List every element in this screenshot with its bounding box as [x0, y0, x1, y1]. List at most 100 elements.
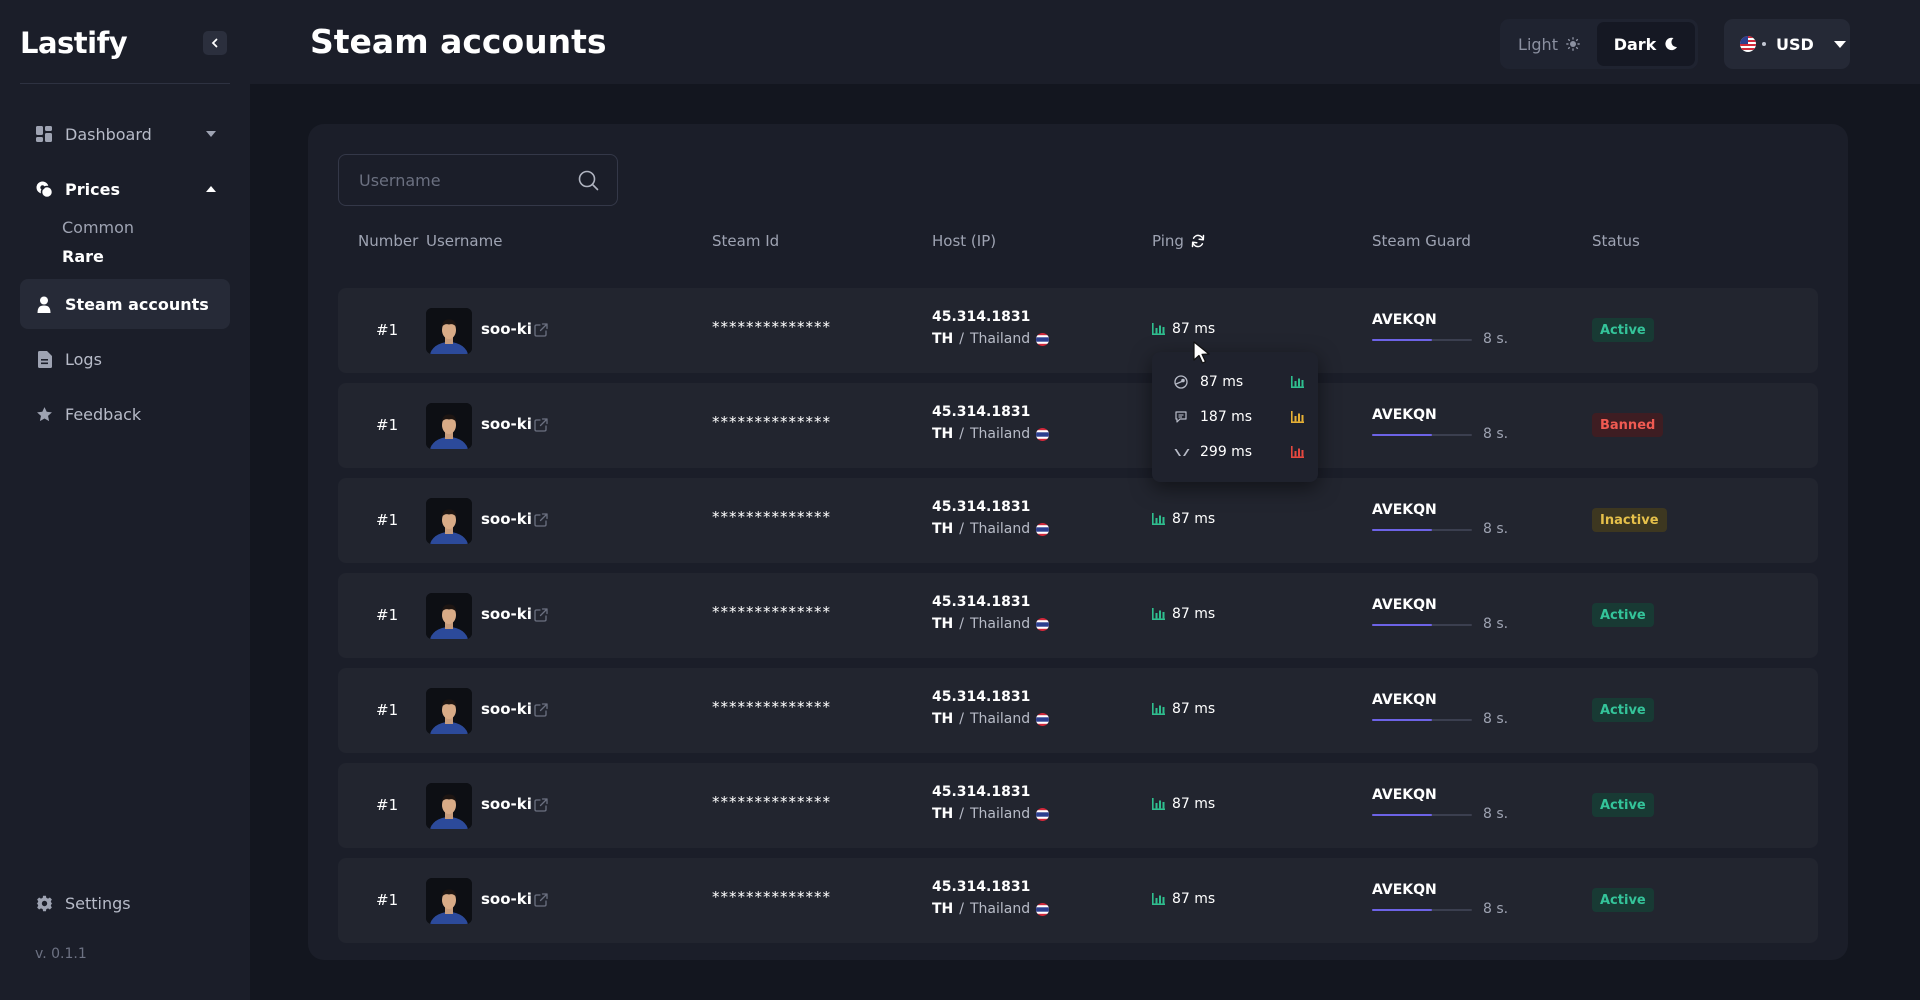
ping-text: 87 ms [1172, 606, 1216, 622]
signal-bars-icon [1152, 513, 1165, 525]
username[interactable]: soo-ki [481, 415, 532, 433]
refresh-icon[interactable] [1191, 234, 1205, 248]
ping-value[interactable]: 87 ms [1152, 796, 1215, 812]
gear-icon [35, 894, 53, 912]
external-link-icon[interactable] [534, 417, 548, 436]
steam-guard-code[interactable]: AVEKQN [1372, 407, 1437, 423]
external-link-icon[interactable] [534, 322, 548, 341]
steam-guard-timer-bar [1372, 339, 1472, 341]
steam-guard-time-left: 8 s. [1483, 616, 1509, 632]
sidebar-item-label: Steam accounts [65, 294, 209, 314]
status-badge: Active [1592, 318, 1654, 342]
currency-selector[interactable]: USD [1724, 19, 1850, 69]
chevron-left-icon [211, 38, 218, 48]
search-icon[interactable] [578, 170, 599, 191]
external-link-icon[interactable] [534, 892, 548, 911]
ping-value[interactable]: 87 ms [1152, 606, 1215, 622]
host-location: TH / Thailand [932, 426, 1050, 442]
ping-value[interactable]: 87 ms [1152, 511, 1215, 527]
steam-guard-code[interactable]: AVEKQN [1372, 787, 1437, 803]
sidebar-subitem-rare[interactable]: Rare [62, 247, 104, 266]
coins-icon [35, 180, 53, 198]
steam-id: ************** [712, 698, 831, 716]
thailand-flag-icon [1036, 807, 1050, 821]
avatar [426, 403, 472, 449]
theme-light-button[interactable]: Light [1503, 22, 1595, 66]
steam-guard-code[interactable]: AVEKQN [1372, 312, 1437, 328]
collapse-sidebar-button[interactable] [203, 31, 227, 55]
column-status: Status [1592, 232, 1640, 250]
steam-guard-code[interactable]: AVEKQN [1372, 882, 1437, 898]
external-link-icon[interactable] [534, 512, 548, 531]
ping-text: 87 ms [1172, 321, 1216, 337]
sidebar-item-label: Dashboard [65, 124, 152, 144]
username[interactable]: soo-ki [481, 320, 532, 338]
steam-guard-code[interactable]: AVEKQN [1372, 502, 1437, 518]
steam-id: ************** [712, 793, 831, 811]
table-row[interactable]: #1 soo-ki ************** 45.314.1831 TH … [338, 858, 1818, 943]
page-title: Steam accounts [310, 22, 607, 61]
user-icon [35, 295, 53, 313]
location-separator: / [959, 426, 964, 442]
status-badge: Active [1592, 603, 1654, 627]
username-search-input[interactable] [339, 155, 569, 205]
host-ip: 45.314.1831 [932, 309, 1031, 325]
steam-guard-code[interactable]: AVEKQN [1372, 692, 1437, 708]
username[interactable]: soo-ki [481, 700, 532, 718]
sidebar-item-dashboard[interactable]: Dashboard [20, 109, 230, 159]
star-icon [35, 405, 53, 423]
timer-bar-fill [1372, 339, 1432, 341]
avatar [426, 308, 472, 354]
valorant-icon [1174, 446, 1190, 458]
ping-value[interactable]: 87 ms [1152, 701, 1215, 717]
thailand-flag-icon [1036, 902, 1050, 916]
steam-guard-timer-bar [1372, 434, 1472, 436]
sidebar-item-steam-accounts[interactable]: Steam accounts [20, 279, 230, 329]
signal-bars-icon [1291, 411, 1304, 423]
app-version: v. 0.1.1 [35, 946, 87, 962]
sidebar-item-prices[interactable]: Prices [20, 164, 230, 214]
table-row[interactable]: #1 soo-ki ************** 45.314.1831 TH … [338, 383, 1818, 468]
username[interactable]: soo-ki [481, 605, 532, 623]
table-row[interactable]: #1 soo-ki ************** 45.314.1831 TH … [338, 288, 1818, 373]
table-row[interactable]: #1 soo-ki ************** 45.314.1831 TH … [338, 763, 1818, 848]
timer-bar-fill [1372, 719, 1432, 721]
ping-popover-value: 87 ms [1200, 374, 1244, 390]
column-number: Number [358, 232, 419, 250]
column-steam-id: Steam Id [712, 232, 780, 250]
sidebar-subitem-common[interactable]: Common [62, 218, 134, 237]
steam-guard-code[interactable]: AVEKQN [1372, 597, 1437, 613]
status-badge: Active [1592, 698, 1654, 722]
table-row[interactable]: #1 soo-ki ************** 45.314.1831 TH … [338, 478, 1818, 563]
currency-label: USD [1776, 34, 1814, 54]
country-code: TH [932, 901, 954, 917]
location-separator: / [959, 521, 964, 537]
ping-value[interactable]: 87 ms [1152, 321, 1215, 337]
username[interactable]: soo-ki [481, 510, 532, 528]
steam-guard-timer-bar [1372, 719, 1472, 721]
signal-bars-icon [1291, 376, 1304, 388]
mouse-cursor-icon [1193, 341, 1210, 364]
sidebar-item-label: Prices [65, 179, 120, 199]
username[interactable]: soo-ki [481, 795, 532, 813]
sidebar-item-feedback[interactable]: Feedback [20, 389, 230, 439]
external-link-icon[interactable] [534, 702, 548, 721]
location-separator: / [959, 616, 964, 632]
sidebar-item-logs[interactable]: Logs [20, 334, 230, 384]
sidebar-item-settings[interactable]: Settings [20, 878, 230, 928]
thailand-flag-icon [1036, 712, 1050, 726]
username[interactable]: soo-ki [481, 890, 532, 908]
ping-value[interactable]: 87 ms [1152, 891, 1215, 907]
external-link-icon[interactable] [534, 797, 548, 816]
table-row[interactable]: #1 soo-ki ************** 45.314.1831 TH … [338, 668, 1818, 753]
thailand-flag-icon [1036, 522, 1050, 536]
status-badge: Active [1592, 793, 1654, 817]
external-link-icon[interactable] [534, 607, 548, 626]
location-separator: / [959, 901, 964, 917]
sidebar-item-label: Logs [65, 349, 102, 369]
country-code: TH [932, 426, 954, 442]
thailand-flag-icon [1036, 617, 1050, 631]
table-row[interactable]: #1 soo-ki ************** 45.314.1831 TH … [338, 573, 1818, 658]
theme-dark-button[interactable]: Dark [1597, 22, 1695, 66]
timer-bar-fill [1372, 434, 1432, 436]
